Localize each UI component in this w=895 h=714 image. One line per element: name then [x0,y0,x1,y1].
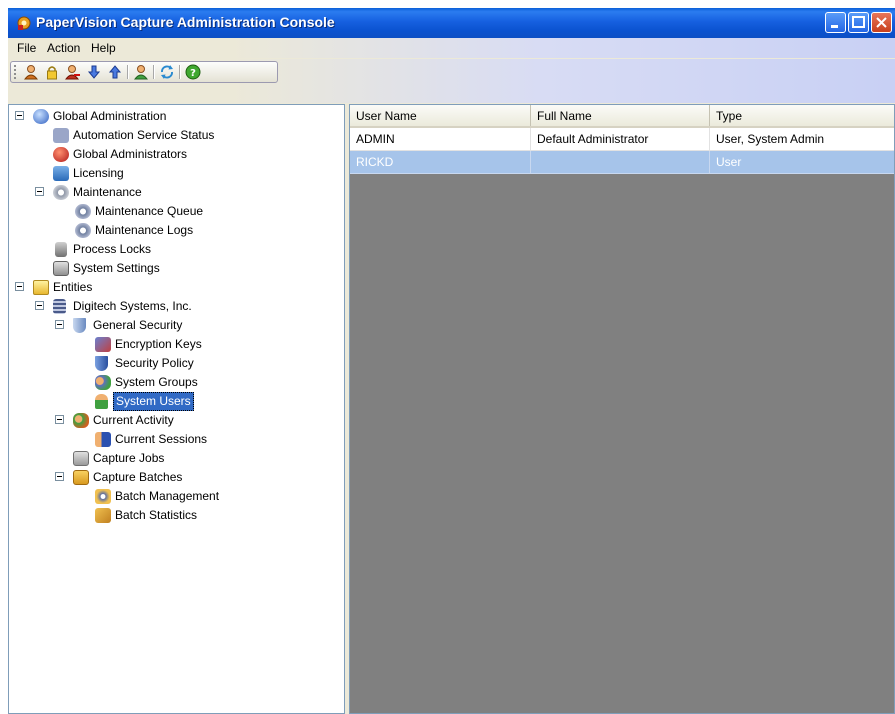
policy-shield-icon [95,356,108,371]
jobs-icon [73,451,89,466]
batch-statistics-icon [95,508,111,523]
move-up-icon[interactable] [107,64,123,80]
cell-user-name: ADMIN [350,128,531,151]
collapse-toggle[interactable] [35,187,44,196]
tree-label: General Security [93,318,183,332]
toolbar-separator [153,65,155,79]
collapse-toggle[interactable] [55,472,64,481]
cell-user-name: RICKD [350,151,531,174]
tree-label: Maintenance [73,185,142,199]
tree-label: Current Activity [93,413,174,427]
building-icon [53,299,66,314]
menu-help[interactable]: Help [91,41,116,55]
title-bar[interactable]: PaperVision Capture Administration Conso… [8,8,895,38]
user-icon [95,394,108,409]
menu-bar: File Action Help [8,38,895,58]
folder-icon [33,280,49,295]
column-header-user-name[interactable]: User Name [350,105,531,126]
maximize-icon [852,16,865,28]
tree-label: Process Locks [73,242,152,256]
collapse-toggle[interactable] [15,111,24,120]
add-user-icon[interactable] [23,64,39,80]
close-icon [876,17,887,28]
app-gear-icon [17,16,31,30]
toolbar-separator [127,65,129,79]
svg-text:?: ? [190,68,196,79]
table-row[interactable]: ADMIN Default Administrator User, System… [350,128,894,151]
tree-label-selected: System Users [113,392,194,411]
tree-label: Capture Jobs [93,451,165,465]
cell-full-name [531,151,710,174]
grid-header: User Name Full Name Type [350,105,894,128]
batch-management-icon [95,489,111,504]
keys-icon [95,337,111,352]
minimize-icon [831,25,838,28]
menu-action[interactable]: Action [47,41,80,55]
tree-label: Global Administration [53,109,167,123]
toolstrip: ? [10,61,278,83]
navigation-tree[interactable]: Global Administration Automation Service… [8,104,345,714]
tree-label: Current Sessions [115,432,208,446]
menu-file[interactable]: File [17,41,36,55]
refresh-icon[interactable] [159,64,175,80]
toolbar-grip[interactable] [14,65,19,79]
cell-type: User [710,151,894,174]
tree-label: Maintenance Logs [95,223,194,237]
service-status-icon [53,128,69,143]
license-icon [53,166,69,181]
session-monitor-icon [95,432,111,447]
move-down-icon[interactable] [86,64,102,80]
cell-full-name: Default Administrator [531,128,710,151]
window-title: PaperVision Capture Administration Conso… [36,14,335,30]
users-grid[interactable]: User Name Full Name Type ADMIN Default A… [349,104,895,714]
tree-label: Entities [53,280,93,294]
tree-label: System Settings [73,261,160,275]
logs-gear-icon [75,223,91,238]
lock-icon[interactable] [44,64,60,80]
collapse-toggle[interactable] [55,415,64,424]
tree-label: Batch Statistics [115,508,198,522]
toolbar: ? [8,59,895,103]
tree-label: System Groups [115,375,198,389]
tree-label: Automation Service Status [73,128,215,142]
collapse-toggle[interactable] [35,301,44,310]
close-button[interactable] [871,12,892,33]
cell-type: User, System Admin [710,128,894,151]
groups-icon [95,375,111,390]
column-header-type[interactable]: Type [710,105,894,126]
collapse-toggle[interactable] [15,282,24,291]
remove-user-icon[interactable] [64,64,80,80]
column-header-full-name[interactable]: Full Name [531,105,710,126]
globe-icon [33,109,49,124]
tree-label: Licensing [73,166,124,180]
toolbar-separator [179,65,181,79]
tree-label: Digitech Systems, Inc. [73,299,192,313]
settings-icon [53,261,69,276]
user-properties-icon[interactable] [133,64,149,80]
tree-label: Security Policy [115,356,194,370]
tree-label: Batch Management [115,489,220,503]
tree-label: Maintenance Queue [95,204,204,218]
tree-label: Capture Batches [93,470,183,484]
administrators-icon [53,147,69,162]
app-window: PaperVision Capture Administration Conso… [8,8,895,714]
tree-label: Global Administrators [73,147,188,161]
maintenance-gear-icon [53,185,69,200]
activity-users-icon [73,413,89,428]
queue-gear-icon [75,204,91,219]
tree-label: Encryption Keys [115,337,202,351]
table-row-selected[interactable]: RICKD User [350,151,894,174]
maximize-button[interactable] [848,12,869,33]
padlock-icon [55,242,67,257]
minimize-button[interactable] [825,12,846,33]
help-icon[interactable]: ? [185,64,201,80]
collapse-toggle[interactable] [55,320,64,329]
batches-box-icon [73,470,89,485]
shield-icon [73,318,86,333]
